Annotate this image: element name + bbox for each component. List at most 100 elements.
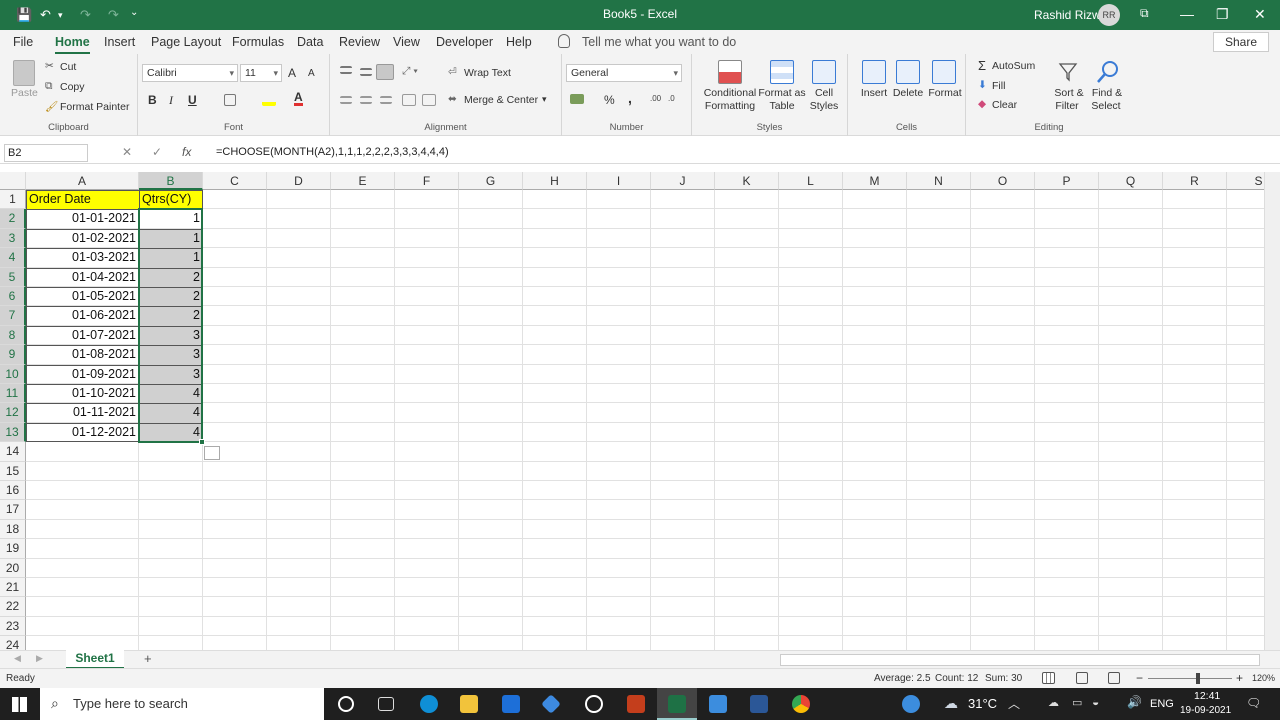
tab-review[interactable]: Review [339, 35, 380, 49]
column-header-i[interactable]: I [587, 172, 651, 190]
wrap-text-icon[interactable]: ⏎ [448, 66, 457, 78]
find-select-line1[interactable]: Find & [1088, 87, 1126, 99]
row-header-19[interactable]: 19 [0, 539, 26, 559]
row-header-16[interactable]: 16 [0, 481, 26, 501]
close-button[interactable]: ✕ [1254, 6, 1266, 23]
tab-insert[interactable]: Insert [104, 35, 135, 49]
enter-formula-icon[interactable]: ✓ [152, 145, 162, 159]
grow-font-button[interactable]: A [288, 66, 296, 80]
zoom-in-button[interactable]: + [1236, 671, 1243, 685]
conditional-formatting-line2[interactable]: Formatting [698, 100, 762, 112]
orientation-icon[interactable]: ⤢ ▾ [402, 65, 418, 78]
row-header-5[interactable]: 5 [0, 267, 26, 287]
tab-developer[interactable]: Developer [436, 35, 493, 49]
clear-icon[interactable]: ◆ [978, 98, 986, 110]
tab-formulas[interactable]: Formulas [232, 35, 284, 49]
network-icon[interactable]: ◒ [1092, 695, 1099, 709]
row-header-10[interactable]: 10 [0, 364, 26, 384]
row-header-2[interactable]: 2 [0, 209, 26, 229]
row-header-15[interactable]: 15 [0, 461, 26, 481]
taskbar-search[interactable]: Type here to search [40, 688, 324, 720]
row-header-23[interactable]: 23 [0, 616, 26, 637]
align-left-icon[interactable] [340, 96, 352, 104]
bottom-align-icon[interactable] [376, 64, 394, 80]
font-name-select[interactable]: Calibri [142, 64, 238, 82]
italic-button[interactable]: I [169, 93, 173, 108]
next-sheet-icon[interactable]: ▶ [36, 653, 43, 664]
delete-cells-icon[interactable] [896, 60, 920, 84]
word-icon[interactable] [750, 695, 768, 713]
comma-button[interactable]: , [628, 90, 632, 106]
tab-home[interactable]: Home [55, 35, 90, 54]
row-header-3[interactable]: 3 [0, 228, 26, 249]
cell-styles-line1[interactable]: Cell [808, 87, 840, 99]
column-header-n[interactable]: N [907, 172, 971, 190]
percent-button[interactable]: % [604, 93, 615, 107]
notifications-icon[interactable]: 🗨 [1246, 696, 1261, 710]
column-header-b[interactable]: B [139, 172, 203, 190]
formula-input[interactable]: =CHOOSE(MONTH(A2),1,1,1,2,2,2,3,3,3,4,4,… [216, 146, 449, 158]
cancel-formula-icon[interactable]: ✕ [122, 145, 132, 159]
language-indicator[interactable]: ENG [1150, 698, 1174, 710]
paste-icon[interactable] [13, 60, 35, 86]
task-view-icon[interactable] [378, 697, 394, 711]
prev-sheet-icon[interactable]: ◀ [14, 653, 21, 664]
middle-align-icon[interactable] [360, 68, 372, 76]
decrease-decimal-icon[interactable]: .0 [668, 94, 675, 103]
column-header-q[interactable]: Q [1099, 172, 1163, 190]
top-align-icon[interactable] [340, 66, 352, 74]
row-header-7[interactable]: 7 [0, 306, 26, 326]
column-header-g[interactable]: G [459, 172, 523, 190]
autosum-icon[interactable]: Σ [978, 58, 986, 73]
mail-icon[interactable] [502, 695, 520, 713]
row-header-1[interactable]: 1 [0, 190, 26, 210]
avatar[interactable]: RR [1098, 4, 1120, 26]
edge-icon[interactable] [420, 695, 438, 713]
conditional-formatting-icon[interactable] [718, 60, 742, 84]
tab-help[interactable]: Help [506, 35, 532, 49]
column-header-j[interactable]: J [651, 172, 715, 190]
clock-time[interactable]: 12:41 [1194, 690, 1220, 702]
onedrive-icon[interactable]: ☁ [1048, 696, 1059, 709]
sort-filter-line1[interactable]: Sort & [1050, 87, 1088, 99]
merge-center-button[interactable]: Merge & Center [464, 94, 538, 106]
column-header-o[interactable]: O [971, 172, 1035, 190]
app-icon[interactable] [585, 695, 603, 713]
row-header-18[interactable]: 18 [0, 519, 26, 540]
format-painter-icon[interactable]: 🖌 [45, 100, 58, 113]
share-button[interactable]: Share [1213, 32, 1269, 52]
format-as-table-line1[interactable]: Format as [756, 87, 808, 99]
weather-temperature[interactable]: 31°C [968, 696, 997, 711]
row-header-17[interactable]: 17 [0, 500, 26, 520]
user-name[interactable]: Rashid Rizwi [1034, 8, 1103, 22]
borders-icon[interactable] [224, 94, 236, 106]
restore-button[interactable]: ❐ [1216, 6, 1229, 23]
zoom-out-button[interactable]: − [1136, 671, 1143, 685]
format-as-table-icon[interactable] [770, 60, 794, 84]
format-painter-button[interactable]: Format Painter [60, 101, 129, 113]
page-break-view-icon[interactable] [1108, 672, 1120, 684]
find-select-line2[interactable]: Select [1086, 100, 1126, 112]
column-header-a[interactable]: A [26, 172, 139, 190]
name-box[interactable]: B2 [4, 144, 88, 162]
clock-date[interactable]: 19-09-2021 [1180, 705, 1231, 716]
sort-filter-icon[interactable] [1058, 60, 1080, 84]
zoom-level[interactable]: 120% [1252, 673, 1275, 683]
copy-icon[interactable]: ⧉ [45, 80, 53, 93]
horizontal-scrollbar[interactable] [780, 654, 1260, 666]
sheet-tab-sheet1[interactable]: Sheet1 [66, 650, 124, 669]
cut-icon[interactable]: ✂ [45, 60, 54, 72]
quick-analysis-icon[interactable] [204, 446, 220, 461]
row-header-21[interactable]: 21 [0, 578, 26, 598]
column-header-h[interactable]: H [523, 172, 587, 190]
weather-icon[interactable]: ☁ [944, 695, 958, 712]
column-header-r[interactable]: R [1163, 172, 1227, 190]
minimize-button[interactable]: — [1180, 6, 1194, 22]
paste-button[interactable]: Paste [11, 87, 38, 99]
row-header-4[interactable]: 4 [0, 248, 26, 268]
find-select-icon[interactable] [1096, 60, 1120, 84]
increase-decimal-icon[interactable]: .00 [650, 94, 661, 103]
office-icon[interactable] [627, 695, 645, 713]
shrink-font-button[interactable]: A [308, 68, 315, 79]
column-header-d[interactable]: D [267, 172, 331, 190]
